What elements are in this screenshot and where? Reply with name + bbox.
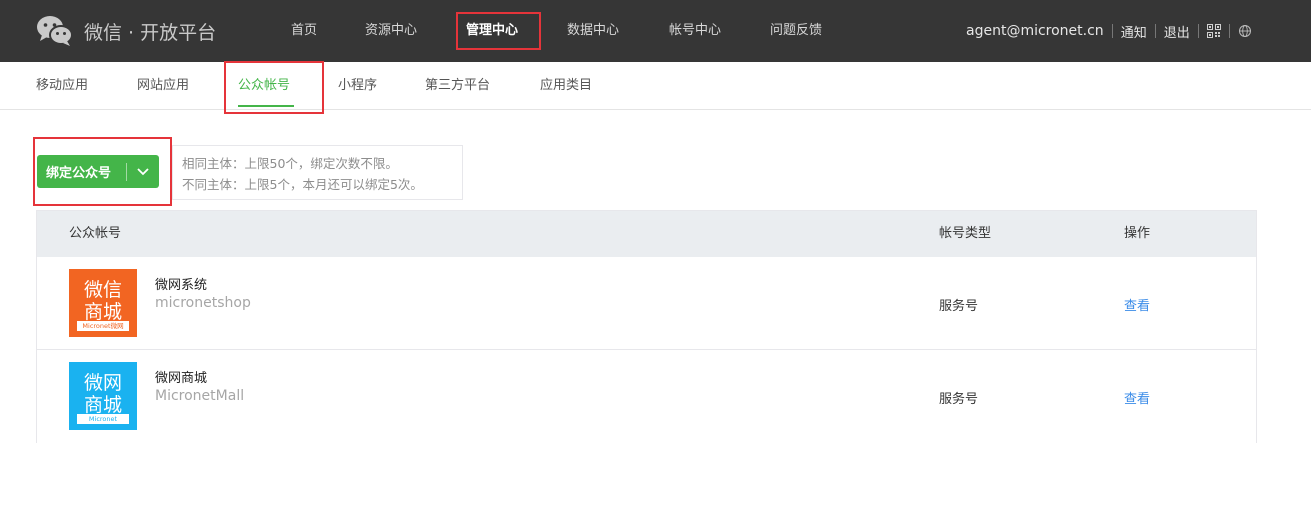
nav-data-center[interactable]: 数据中心 bbox=[567, 0, 619, 62]
header-account-type: 帐号类型 bbox=[939, 226, 992, 241]
view-link[interactable]: 查看 bbox=[1124, 295, 1150, 314]
bind-button-label: 绑定公众号 bbox=[46, 166, 112, 181]
nav-home[interactable]: 首页 bbox=[291, 0, 317, 62]
nav-account-center[interactable]: 帐号中心 bbox=[669, 0, 721, 62]
account-id: micronetshop bbox=[155, 295, 251, 311]
account-avatar: 微信 商城 Micronet微网 bbox=[69, 269, 137, 337]
avatar-text: 商城 bbox=[83, 301, 122, 323]
tip-different-entity: 不同主体：上限5个，本月还可以绑定5次。 bbox=[182, 177, 423, 192]
account-name: 微网系统 bbox=[155, 278, 208, 293]
avatar-caption: Micronet bbox=[77, 414, 129, 424]
wechat-logo-icon bbox=[36, 14, 74, 48]
tab-official-accounts[interactable]: 公众帐号 bbox=[238, 62, 290, 110]
nav-feedback[interactable]: 问题反馈 bbox=[770, 0, 822, 62]
table-row: 微网 商城 Micronet 微网商城 MicronetMall 服务号 查看 bbox=[37, 350, 1256, 443]
tip-same-entity: 相同主体：上限50个，绑定次数不限。 bbox=[182, 156, 398, 171]
logout-link[interactable]: 退出 bbox=[1164, 22, 1190, 41]
tab-third-party-platform[interactable]: 第三方平台 bbox=[425, 62, 490, 110]
account-name: 微网商城 bbox=[155, 371, 208, 386]
table-header: 公众帐号 帐号类型 操作 bbox=[37, 211, 1256, 257]
user-email[interactable]: agent@micronet.cn bbox=[966, 23, 1104, 39]
sub-navigation: 移动应用 网站应用 公众帐号 小程序 第三方平台 应用类目 bbox=[0, 62, 1311, 110]
avatar-text: 微网 bbox=[83, 372, 122, 394]
globe-icon[interactable] bbox=[1238, 24, 1252, 38]
nav-management-center[interactable]: 管理中心 bbox=[466, 0, 518, 62]
divider bbox=[1154, 24, 1156, 38]
account-avatar: 微网 商城 Micronet bbox=[69, 362, 137, 430]
bind-official-account-button[interactable]: 绑定公众号 bbox=[37, 155, 159, 188]
notify-link[interactable]: 通知 bbox=[1121, 22, 1147, 41]
account-type: 服务号 bbox=[939, 299, 979, 314]
table-row: 微信 商城 Micronet微网 微网系统 micronetshop 服务号 查… bbox=[37, 257, 1256, 350]
divider bbox=[1111, 24, 1113, 38]
accounts-table: 公众帐号 帐号类型 操作 微信 商城 Micronet微网 微网系统 micro… bbox=[36, 210, 1257, 443]
tab-app-categories[interactable]: 应用类目 bbox=[540, 62, 592, 110]
bind-limit-tips: 相同主体：上限50个，绑定次数不限。 不同主体：上限5个，本月还可以绑定5次。 bbox=[172, 145, 463, 200]
view-link[interactable]: 查看 bbox=[1124, 388, 1150, 407]
tab-mobile-apps[interactable]: 移动应用 bbox=[36, 62, 88, 110]
nav-resource-center[interactable]: 资源中心 bbox=[365, 0, 417, 62]
avatar-text: 微信 bbox=[83, 279, 122, 301]
account-type: 服务号 bbox=[939, 392, 979, 407]
header-account: 公众帐号 bbox=[69, 226, 122, 241]
account-id: MicronetMall bbox=[155, 388, 245, 404]
active-tab-underline bbox=[238, 105, 294, 107]
avatar-caption: Micronet微网 bbox=[77, 321, 129, 331]
top-header: 微信 · 开放平台 首页 资源中心 管理中心 数据中心 帐号中心 问题反馈 ag… bbox=[0, 0, 1311, 62]
divider bbox=[1197, 24, 1199, 38]
avatar-text: 商城 bbox=[83, 394, 122, 416]
logo[interactable]: 微信 · 开放平台 bbox=[36, 14, 236, 48]
header-operation: 操作 bbox=[1124, 226, 1151, 241]
divider bbox=[1228, 24, 1230, 38]
user-area: agent@micronet.cn 通知 退出 bbox=[966, 0, 1252, 62]
chevron-down-icon[interactable] bbox=[127, 155, 159, 188]
tab-mini-programs[interactable]: 小程序 bbox=[338, 62, 377, 110]
tab-website-apps[interactable]: 网站应用 bbox=[137, 62, 189, 110]
logo-text: 微信 · 开放平台 bbox=[84, 21, 217, 44]
qrcode-icon[interactable] bbox=[1206, 24, 1221, 38]
